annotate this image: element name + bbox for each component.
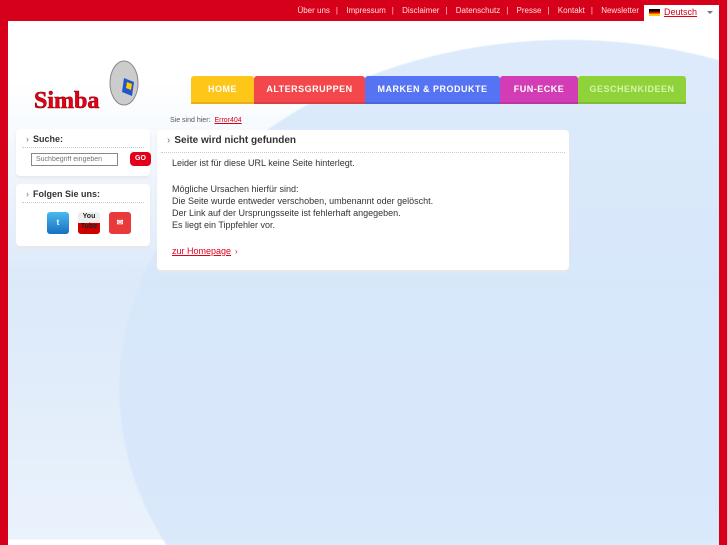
svg-text:Simba: Simba <box>34 88 99 113</box>
top-bar: Über uns | Impressum | Disclaimer | Datensc… <box>0 0 727 21</box>
reason-1: Die Seite wurde entweder verschoben, umb… <box>172 196 434 206</box>
social-box: Folgen Sie uns: t You Tube ✉ <box>16 184 150 246</box>
link-presse[interactable]: Presse <box>517 6 542 15</box>
homepage-link[interactable]: zur Homepage <box>172 246 231 256</box>
twitter-icon[interactable]: t <box>47 212 69 234</box>
reasons-title: Mögliche Ursachen hierfür sind: <box>172 184 299 194</box>
email-icon[interactable]: ✉ <box>109 212 131 234</box>
nav-home[interactable]: HOME <box>191 76 254 104</box>
link-ueber-uns[interactable]: Über uns <box>297 6 329 15</box>
top-links: Über uns | Impressum | Disclaimer | Datensc… <box>297 6 639 15</box>
go-button[interactable]: GO <box>130 152 151 166</box>
language-select[interactable]: Deutsch <box>644 5 719 21</box>
simba-logo[interactable]: Simba <box>32 58 152 113</box>
nav-marken-produkte[interactable]: MARKEN & PRODUKTE <box>365 76 500 104</box>
search-input[interactable] <box>31 153 118 166</box>
page-content: Simba HOME ALTERSGRUPPEN MARKEN & PRODUK… <box>8 21 719 545</box>
error-panel: Seite wird nicht gefunden Leider ist für… <box>157 130 569 270</box>
breadcrumb-current[interactable]: Error404 <box>214 117 241 124</box>
link-datenschutz[interactable]: Datenschutz <box>456 6 500 15</box>
reason-2: Der Link auf der Ursprungsseite ist fehl… <box>172 208 401 218</box>
chevron-right-icon: › <box>235 247 238 256</box>
link-disclaimer[interactable]: Disclaimer <box>402 6 439 15</box>
link-impressum[interactable]: Impressum <box>346 6 386 15</box>
german-flag-icon <box>649 9 660 16</box>
nav-geschenkideen[interactable]: GESCHENKIDEEN <box>578 76 686 104</box>
nav-altersgruppen[interactable]: ALTERSGRUPPEN <box>254 76 365 104</box>
nav-fun-ecke[interactable]: FUN-ECKE <box>500 76 578 104</box>
error-title: Seite wird nicht gefunden <box>157 130 569 152</box>
reason-3: Es liegt ein Tippfehler vor. <box>172 220 276 230</box>
social-title: Folgen Sie uns: <box>16 184 150 202</box>
link-newsletter[interactable]: Newsletter <box>601 6 639 15</box>
link-kontakt[interactable]: Kontakt <box>558 6 585 15</box>
search-box: Suche: GO <box>16 129 151 176</box>
youtube-icon[interactable]: You Tube <box>78 212 100 234</box>
language-label: Deutsch <box>664 7 698 17</box>
main-nav: HOME ALTERSGRUPPEN MARKEN & PRODUKTE FUN… <box>191 76 686 104</box>
breadcrumb-label: Sie sind hier: <box>170 117 211 124</box>
search-title: Suche: <box>16 129 150 147</box>
breadcrumb: Sie sind hier: Error404 <box>170 117 242 124</box>
chevron-down-icon <box>707 11 713 14</box>
error-intro: Leider ist für diese URL keine Seite hin… <box>172 158 355 168</box>
